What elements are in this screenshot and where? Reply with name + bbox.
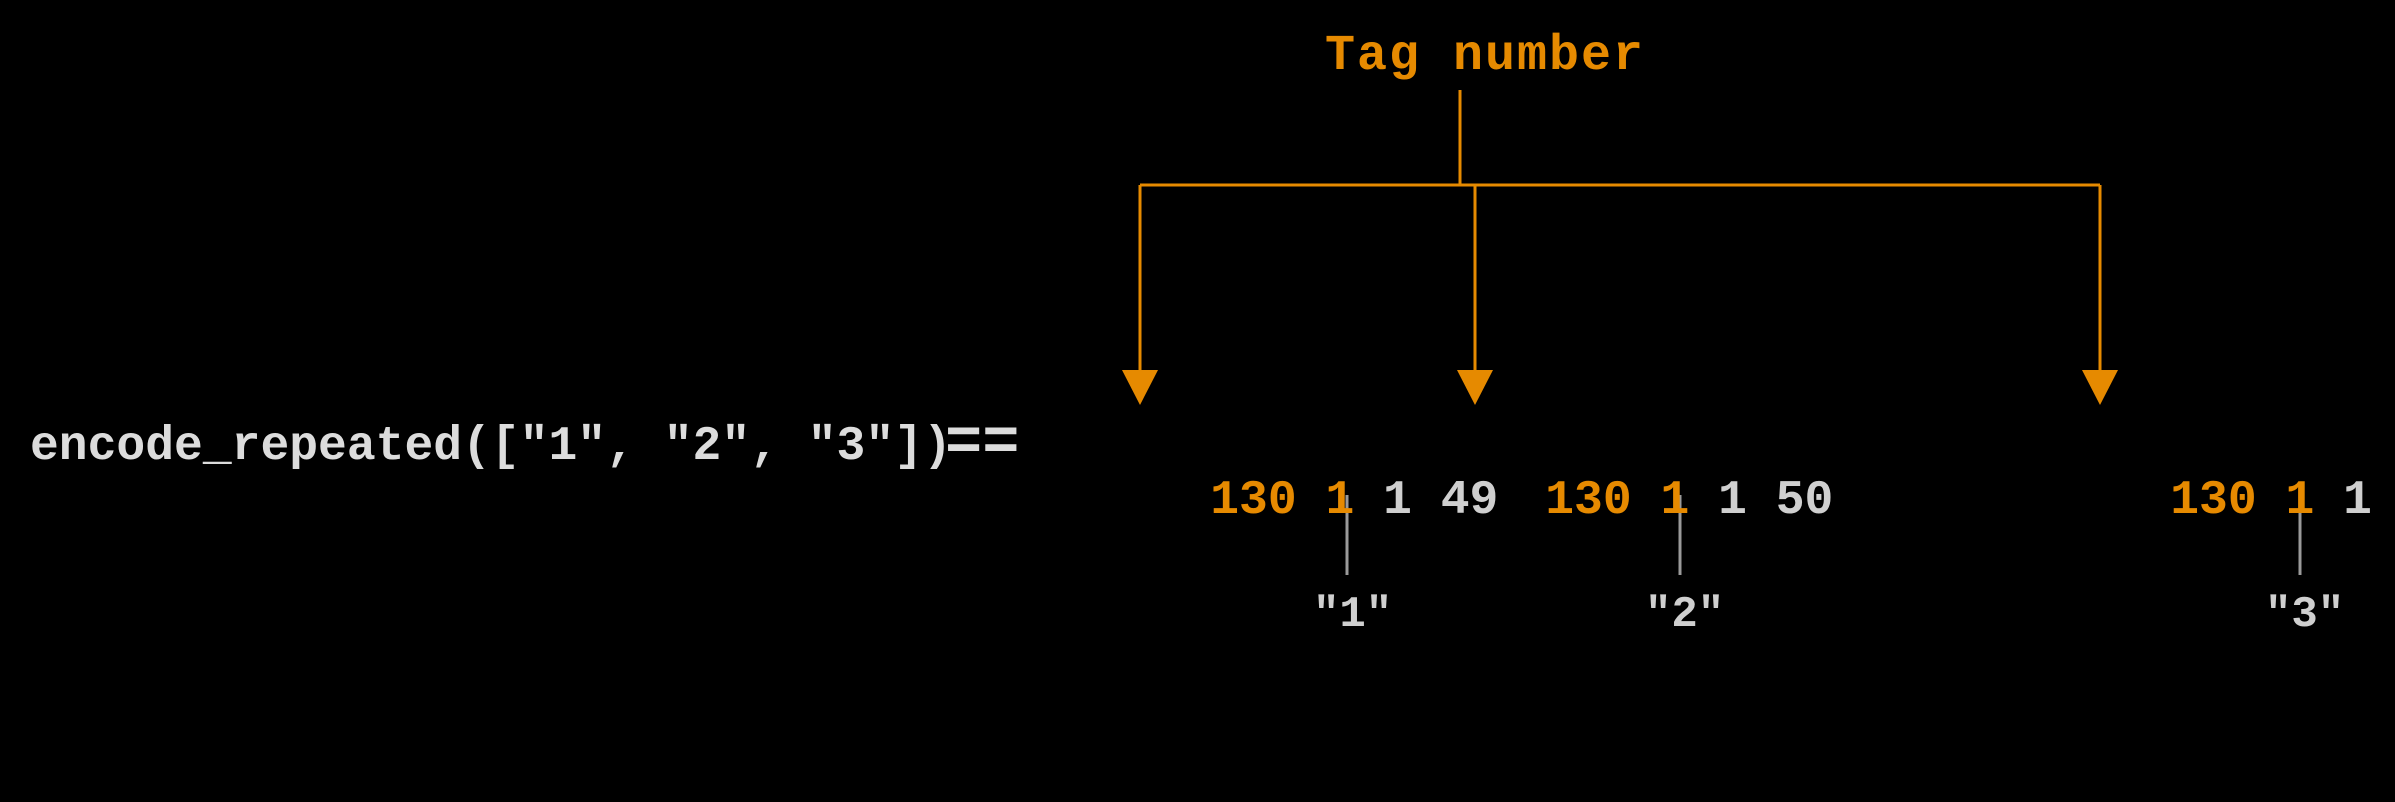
encode-call-expression: encode_repeated(["1", "2", "3"]) [30, 420, 952, 474]
len-byte: 1 [1660, 474, 1689, 528]
len-byte: 1 [2285, 474, 2314, 528]
equals-sign: == [945, 408, 1019, 479]
value-label-2: "2" [1645, 590, 1724, 640]
len-byte: 1 [1325, 474, 1354, 528]
tag-byte: 130 [1545, 474, 1631, 528]
value-label-1: "1" [1313, 590, 1392, 640]
value-label-3: "3" [2265, 590, 2344, 640]
tag-byte: 130 [2170, 474, 2256, 528]
byte-group-3: 130 1 1 51 [2055, 420, 2395, 582]
vlen-byte: 1 [2343, 474, 2372, 528]
value-byte: 50 [1776, 474, 1834, 528]
connectors-svg [0, 0, 2395, 802]
byte-group-2: 130 1 1 50 [1430, 420, 1833, 582]
vlen-byte: 1 [1383, 474, 1412, 528]
vlen-byte: 1 [1718, 474, 1747, 528]
tag-byte: 130 [1210, 474, 1296, 528]
